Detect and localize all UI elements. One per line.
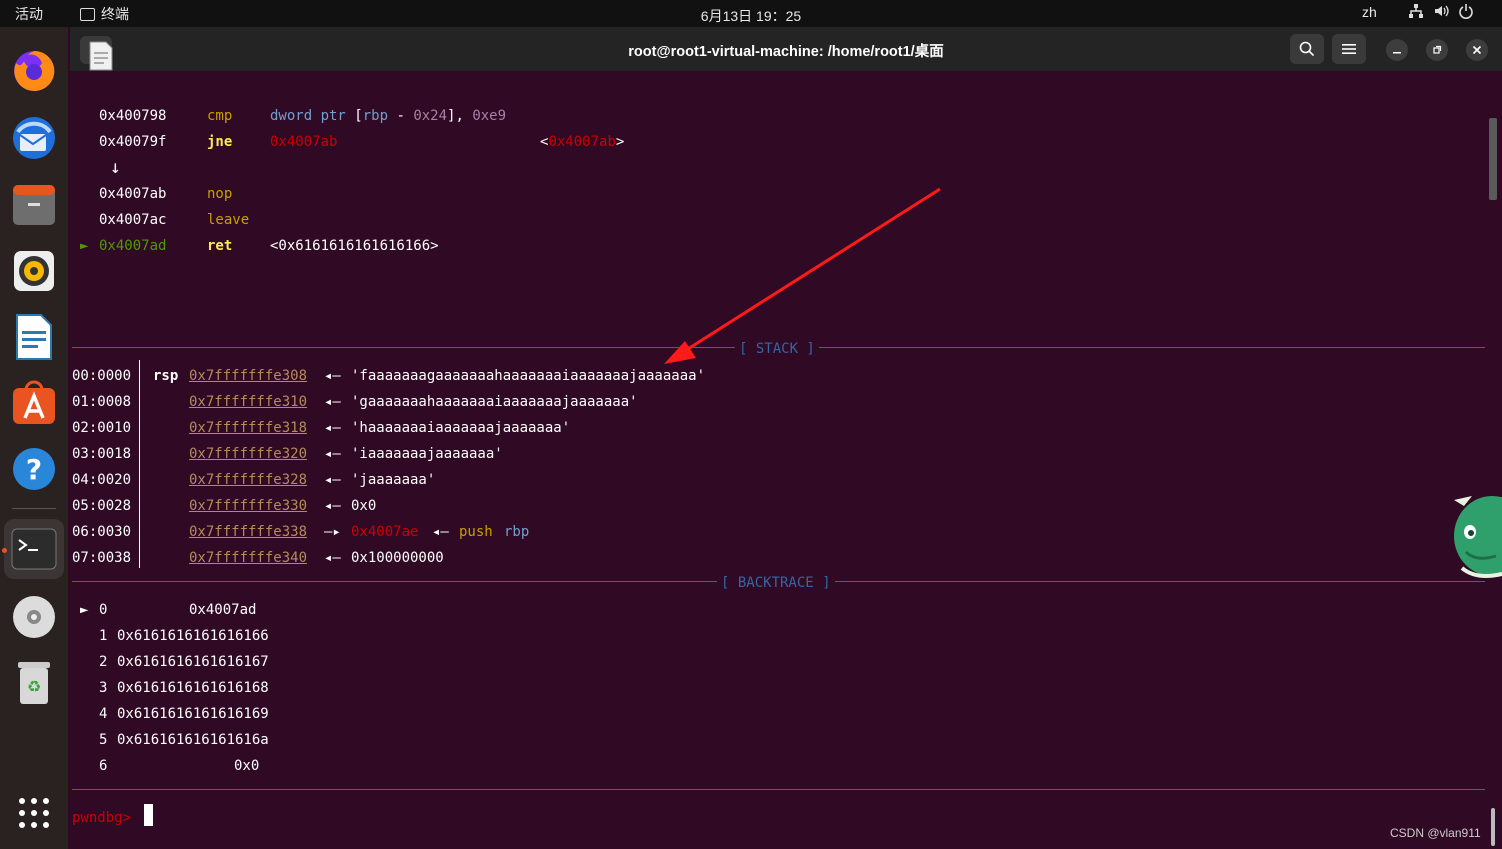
annotation-arrow [664, 187, 941, 364]
watermark: CSDN @vlan911 [1390, 826, 1481, 840]
mascot-icon [1454, 496, 1502, 578]
annotation-arrow-head [664, 341, 696, 364]
annotation-arrow-line [679, 187, 941, 356]
